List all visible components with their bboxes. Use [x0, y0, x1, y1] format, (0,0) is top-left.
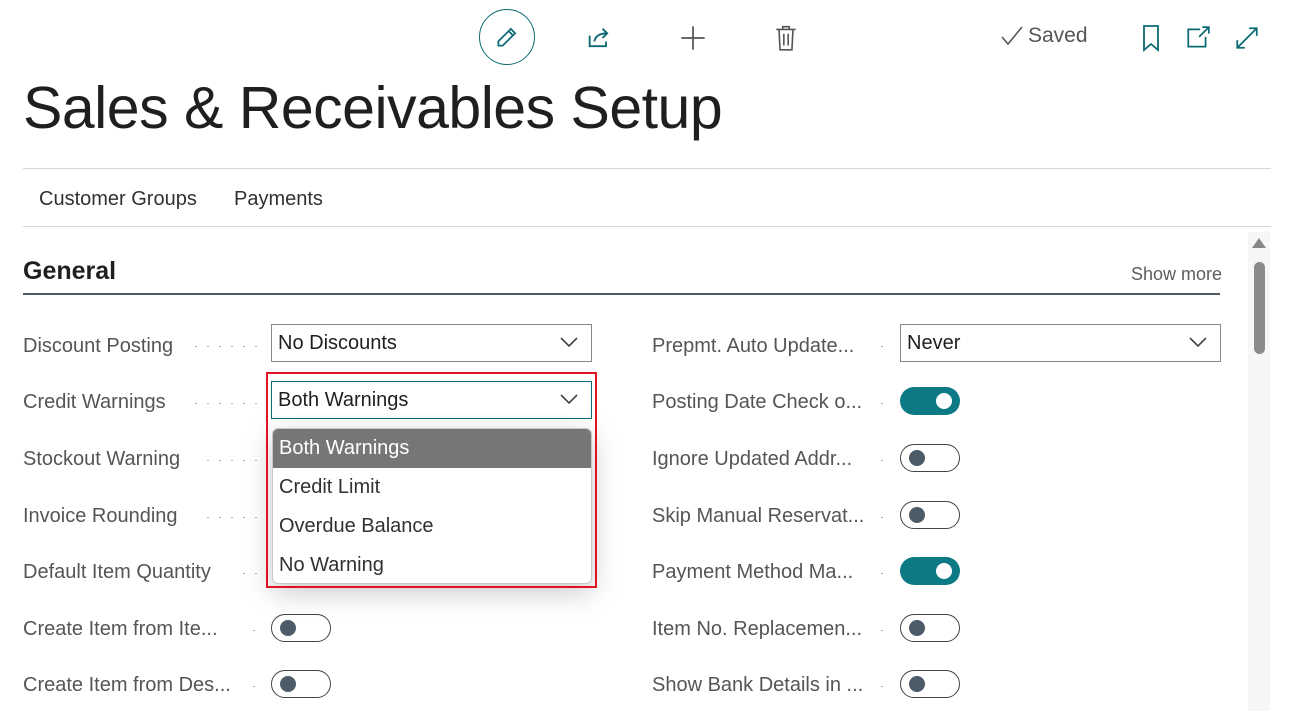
field-invoice-rounding: Invoice Rounding [23, 496, 178, 536]
leader-dots [190, 345, 258, 347]
option-both-warnings[interactable]: Both Warnings [273, 429, 591, 468]
field-label: Discount Posting [23, 334, 174, 357]
select-value: Never [907, 331, 961, 354]
prepmt-auto-update-select[interactable]: Never [900, 324, 1221, 362]
saved-status: Saved [1000, 24, 1088, 48]
field-label: Payment Method Ma... [652, 560, 854, 583]
leader-dots [202, 459, 260, 461]
delete-button[interactable] [770, 22, 802, 54]
chevron-down-icon [560, 337, 578, 348]
field-skip-manual-reservation: Skip Manual Reservat... [652, 496, 864, 536]
leader-dots [238, 572, 258, 574]
field-create-item-from-description: Create Item from Des... [23, 665, 231, 705]
ignore-updated-addresses-toggle[interactable] [900, 444, 960, 472]
section-divider [23, 293, 1220, 295]
saved-label: Saved [1028, 24, 1088, 47]
field-credit-warnings: Credit Warnings [23, 382, 166, 422]
field-create-item-from-item: Create Item from Ite... [23, 609, 218, 649]
field-label: Invoice Rounding [23, 504, 178, 527]
field-stockout-warning: Stockout Warning [23, 439, 180, 479]
leader-dots [876, 572, 888, 574]
leader-dots [876, 629, 888, 631]
field-label: Item No. Replacemen... [652, 617, 863, 640]
action-bar: Customer Groups Payments [23, 169, 1271, 226]
leader-dots [876, 516, 888, 518]
field-label: Posting Date Check o... [652, 390, 863, 413]
field-label: Credit Warnings [23, 390, 166, 413]
field-label: Stockout Warning [23, 447, 181, 470]
field-default-item-quantity: Default Item Quantity [23, 552, 211, 592]
field-label: Show Bank Details in ... [652, 673, 864, 696]
leader-dots [190, 402, 260, 404]
toggle-knob [936, 563, 952, 579]
toggle-knob [909, 619, 925, 636]
show-more-link[interactable]: Show more [1131, 264, 1222, 285]
field-label: Ignore Updated Addr... [652, 447, 853, 470]
checkmark-icon [1001, 26, 1023, 46]
popout-icon [1187, 26, 1210, 48]
pencil-icon [497, 27, 517, 47]
divider [23, 226, 1271, 227]
field-item-no-replacement: Item No. Replacemen... [652, 609, 862, 649]
scroll-up-arrow-icon[interactable] [1252, 238, 1266, 248]
select-value: Both Warnings [278, 388, 409, 411]
leader-dots [248, 629, 260, 631]
section-title[interactable]: General [23, 257, 116, 286]
field-label: Skip Manual Reservat... [652, 504, 865, 527]
field-discount-posting: Discount Posting [23, 326, 173, 366]
option-no-warning[interactable]: No Warning [273, 546, 591, 583]
item-no-replacement-toggle[interactable] [900, 614, 960, 642]
toggle-knob [909, 506, 925, 523]
share-icon [588, 28, 609, 48]
field-posting-date-check: Posting Date Check o... [652, 382, 862, 422]
payment-method-mandatory-toggle[interactable] [900, 557, 960, 585]
create-item-from-description-toggle[interactable] [271, 670, 331, 698]
leader-dots [876, 685, 888, 687]
bookmark-button[interactable] [1138, 22, 1164, 54]
open-new-window-button[interactable] [1183, 22, 1213, 54]
create-item-from-item-toggle[interactable] [271, 614, 331, 642]
discount-posting-select[interactable]: No Discounts [271, 324, 592, 362]
select-value: No Discounts [278, 331, 397, 354]
chevron-down-icon [560, 394, 578, 405]
toggle-knob [909, 675, 925, 692]
toggle-knob [909, 449, 925, 466]
toggle-knob [280, 675, 296, 692]
credit-warnings-dropdown-list: Both Warnings Credit Limit Overdue Balan… [272, 428, 592, 584]
toggle-knob [936, 393, 952, 409]
field-label: Prepmt. Auto Update... [652, 334, 855, 357]
option-credit-limit[interactable]: Credit Limit [273, 468, 591, 507]
scrollbar-thumb[interactable] [1254, 262, 1265, 354]
expand-button[interactable] [1232, 22, 1262, 54]
edit-button[interactable] [479, 9, 535, 65]
leader-dots [876, 402, 888, 404]
chevron-down-icon [1189, 337, 1207, 348]
credit-warnings-select[interactable]: Both Warnings [271, 381, 592, 419]
field-label: Default Item Quantity [23, 560, 211, 583]
toggle-knob [280, 619, 296, 636]
posting-date-check-toggle[interactable] [900, 387, 960, 415]
field-ignore-updated-addresses: Ignore Updated Addr... [652, 439, 852, 479]
nav-payments[interactable]: Payments [234, 188, 323, 211]
field-label: Create Item from Des... [23, 673, 231, 696]
new-button[interactable] [677, 22, 709, 54]
skip-manual-reservation-toggle[interactable] [900, 501, 960, 529]
bookmark-icon [1143, 25, 1159, 52]
page-title: Sales & Receivables Setup [23, 75, 723, 141]
nav-customer-groups[interactable]: Customer Groups [39, 188, 197, 211]
expand-icon [1236, 27, 1258, 49]
leader-dots [202, 516, 260, 518]
leader-dots [876, 459, 888, 461]
show-bank-details-toggle[interactable] [900, 670, 960, 698]
field-prepmt-auto-update: Prepmt. Auto Update... [652, 326, 854, 366]
trash-icon [776, 25, 796, 51]
field-show-bank-details: Show Bank Details in ... [652, 665, 863, 705]
field-label: Create Item from Ite... [23, 617, 218, 640]
share-button[interactable] [583, 22, 615, 54]
plus-icon [681, 26, 705, 50]
leader-dots [876, 345, 888, 347]
leader-dots [248, 685, 260, 687]
option-overdue-balance[interactable]: Overdue Balance [273, 507, 591, 546]
field-payment-method-mandatory: Payment Method Ma... [652, 552, 853, 592]
